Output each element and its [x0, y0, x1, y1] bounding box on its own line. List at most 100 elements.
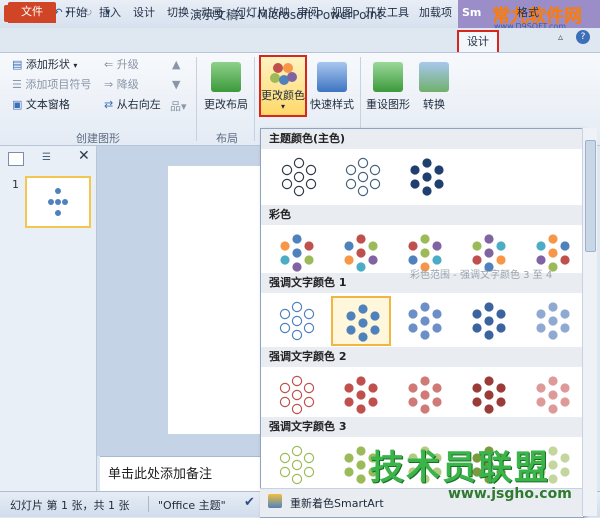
color-swatch[interactable]: [331, 370, 391, 420]
chevron-down-icon: ▾: [280, 102, 285, 111]
chevron-down-icon: ▾: [73, 61, 78, 70]
change-layout-label: 更改布局: [204, 98, 248, 111]
text-pane-label: 文本窗格: [25, 98, 70, 111]
slides-tab-icon[interactable]: [8, 152, 24, 166]
promote-button[interactable]: ⇐ 升级: [104, 56, 139, 74]
text-pane-icon: ▣: [12, 98, 23, 111]
promote-label: 升级: [116, 58, 139, 71]
gallery-scroll-thumb[interactable]: [585, 140, 596, 252]
color-swatch[interactable]: [267, 370, 327, 420]
smartart-sample-icon: [536, 302, 570, 340]
layout-gallery-icon: [211, 62, 241, 92]
tab-review[interactable]: 审阅: [292, 3, 324, 23]
tab-animations[interactable]: 动画: [196, 3, 228, 23]
convert-label: 转换: [423, 98, 445, 111]
color-swatch[interactable]: [459, 296, 519, 346]
right-to-left-label: 从右向左: [116, 98, 161, 111]
tab-page-design[interactable]: 设计: [128, 3, 160, 23]
smartart-sample-icon: [279, 445, 315, 485]
gallery-section-header: 强调文字颜色 2: [261, 347, 583, 367]
watermark-text: 技术员联盟: [370, 448, 550, 488]
swatch-tooltip: 彩色范围 - 强调文字颜色 3 至 4: [410, 270, 553, 281]
smartart-sample-icon: [279, 301, 315, 341]
slide-thumbnail[interactable]: [25, 176, 91, 228]
color-swatch[interactable]: [331, 228, 391, 278]
color-swatch[interactable]: [331, 296, 391, 346]
quick-styles-button[interactable]: 快速样式: [308, 58, 356, 130]
smartart-sample-icon: [344, 234, 378, 272]
reset-graphic-label: 重设图形: [366, 98, 410, 111]
convert-icon: [419, 62, 449, 92]
add-bullet-label: 添加项目符号: [25, 78, 92, 91]
tab-transitions[interactable]: 切换: [162, 3, 194, 23]
recolor-icon: [268, 494, 282, 508]
color-swatch[interactable]: [269, 152, 329, 202]
smartart-sample-icon: [346, 304, 380, 342]
add-bullet-button[interactable]: ☰ 添加项目符号: [12, 76, 91, 94]
group-label-layouts: 布局: [216, 132, 238, 145]
smartart-sample-icon: [280, 234, 314, 272]
swatch-row: [261, 149, 583, 205]
gallery-section-header: 主题颜色(主色): [261, 129, 583, 149]
right-to-left-button[interactable]: ⇄ 从右向左: [104, 96, 161, 114]
close-icon[interactable]: ✕: [78, 148, 90, 164]
slide-count-status: 幻灯片 第 1 张，共 1 张: [10, 499, 130, 512]
move-up-icon[interactable]: ▲: [172, 58, 180, 71]
tab-home[interactable]: 开始: [60, 3, 92, 23]
add-bullet-icon: ☰: [12, 78, 22, 91]
add-shape-button[interactable]: ▤ 添加形状 ▾: [12, 56, 77, 74]
notes-placeholder: 单击此处添加备注: [108, 467, 213, 482]
help-icon[interactable]: ?: [576, 30, 590, 44]
color-swatch[interactable]: [395, 296, 455, 346]
theme-status[interactable]: "Office 主题": [158, 497, 226, 513]
text-pane-button[interactable]: ▣ 文本窗格: [12, 96, 70, 114]
smartart-tools-label: Sm: [462, 6, 482, 19]
notes-pane[interactable]: 单击此处添加备注: [100, 456, 260, 492]
smartart-sample-icon: [472, 376, 506, 414]
slide-number: 1: [12, 178, 19, 191]
tab-insert[interactable]: 插入: [94, 3, 126, 23]
color-swatch[interactable]: [395, 370, 455, 420]
reset-graphic-button[interactable]: 重设图形: [364, 58, 412, 130]
color-swatch[interactable]: [267, 228, 327, 278]
tab-smartart-format[interactable]: 格式: [512, 3, 544, 23]
smartart-sample-icon: [536, 376, 570, 414]
reset-graphic-icon: [373, 62, 403, 92]
color-swatch[interactable]: [267, 296, 327, 346]
move-down-icon[interactable]: ▼: [172, 78, 180, 91]
spell-check-icon[interactable]: ✔: [244, 495, 255, 510]
smartart-sample-icon: [410, 158, 444, 196]
color-swatch[interactable]: [267, 440, 327, 490]
demote-icon: ⇒: [104, 78, 114, 91]
demote-button[interactable]: ⇒ 降级: [104, 76, 139, 94]
change-layout-button[interactable]: 更改布局: [202, 58, 250, 130]
outline-tab-icon[interactable]: ☰: [42, 152, 56, 164]
swatch-row: [261, 293, 583, 349]
color-swatch[interactable]: [523, 370, 583, 420]
color-swatch[interactable]: [397, 152, 457, 202]
color-swatch[interactable]: [333, 152, 393, 202]
watermark-url: www.jsgho.com: [448, 486, 572, 502]
add-shape-label: 添加形状: [25, 58, 70, 71]
tab-addins[interactable]: 加载项: [414, 3, 457, 23]
tab-file[interactable]: 文件: [8, 2, 56, 23]
smartart-sample-icon: [281, 157, 317, 197]
change-colors-button[interactable]: 更改颜色 ▾: [259, 55, 307, 117]
smartart-sample-icon: [408, 376, 442, 414]
slide-canvas[interactable]: [168, 166, 260, 434]
smartart-thumbnail-icon: [48, 188, 68, 216]
layout-icon[interactable]: 品▾: [170, 98, 187, 114]
tab-developer[interactable]: 开发工具: [360, 3, 414, 23]
swatch-row: [261, 367, 583, 423]
status-divider: [148, 496, 149, 512]
convert-button[interactable]: 转换: [410, 58, 458, 130]
tab-smartart-design[interactable]: 设计: [457, 30, 499, 52]
tab-view[interactable]: 视图: [326, 3, 358, 23]
tab-slideshow[interactable]: 幻灯片放映: [230, 3, 295, 23]
color-swatch[interactable]: [523, 296, 583, 346]
quick-styles-label: 快速样式: [310, 98, 354, 111]
color-swatch[interactable]: [459, 370, 519, 420]
minimize-ribbon-icon[interactable]: ▵: [558, 32, 563, 43]
smartart-sample-icon: [344, 376, 378, 414]
change-colors-label: 更改颜色: [261, 89, 305, 102]
